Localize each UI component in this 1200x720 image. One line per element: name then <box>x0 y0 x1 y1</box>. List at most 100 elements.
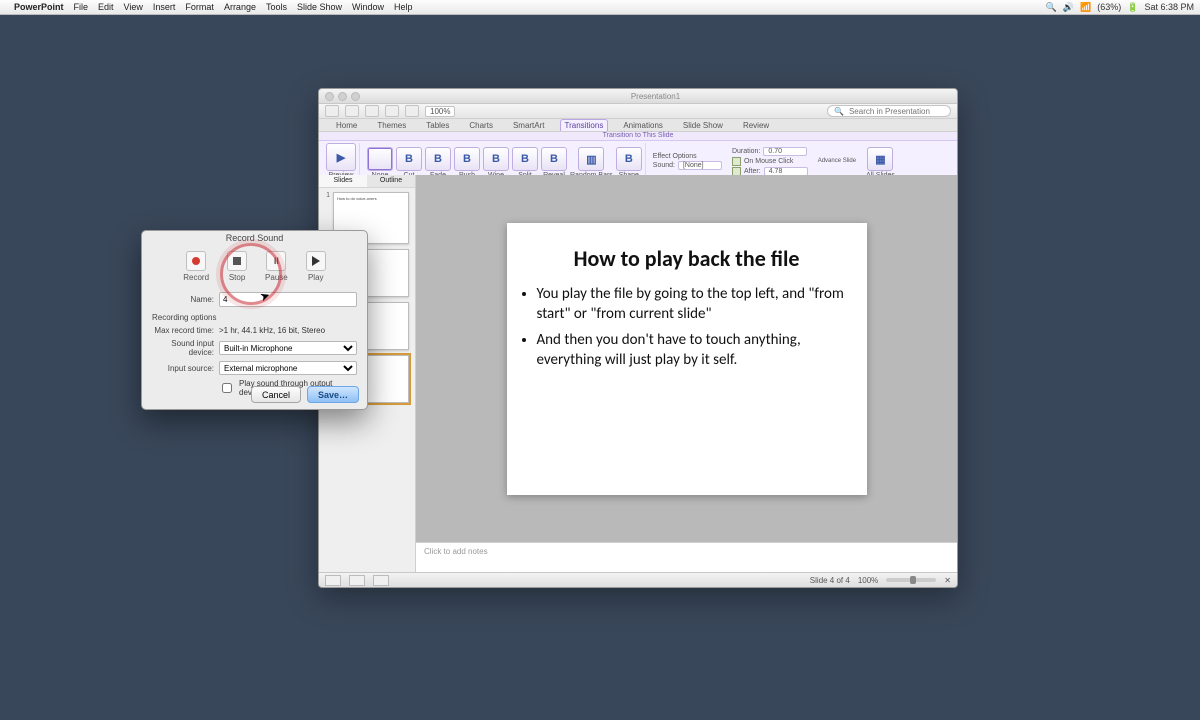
thumb-1-num: 1 <box>322 192 330 199</box>
sound-label: Sound: <box>653 162 675 169</box>
qat-zoom[interactable]: 100% <box>425 106 455 117</box>
battery-text: (63%) <box>1097 2 1121 12</box>
menu-window[interactable]: Window <box>352 2 384 12</box>
qat-redo-icon[interactable] <box>365 105 379 117</box>
transition-push[interactable]: B <box>454 147 480 171</box>
on-mouse-label: On Mouse Click <box>744 158 793 165</box>
menu-file[interactable]: File <box>74 2 89 12</box>
menubar-app[interactable]: PowerPoint <box>14 2 64 12</box>
transition-split[interactable]: B <box>512 147 538 171</box>
duration-field[interactable]: 0.70 <box>763 147 807 156</box>
play-button[interactable]: Play <box>306 251 326 282</box>
recording-options-label: Recording options <box>152 313 357 322</box>
play-through-checkbox[interactable] <box>222 383 232 393</box>
slide-canvas[interactable]: How to play back the file You play the f… <box>416 175 957 542</box>
status-slide-count: Slide 4 of 4 <box>810 576 850 585</box>
record-icon <box>186 251 206 271</box>
tab-themes[interactable]: Themes <box>372 119 411 131</box>
cancel-button[interactable]: Cancel <box>251 386 301 403</box>
tab-charts[interactable]: Charts <box>464 119 498 131</box>
zoom-slider[interactable] <box>886 578 936 582</box>
search-input[interactable] <box>847 106 941 117</box>
transition-wipe[interactable]: B <box>483 147 509 171</box>
input-source-label: Input source: <box>152 364 214 373</box>
spotlight-icon[interactable]: 🔍 <box>1046 2 1057 13</box>
qat-undo-icon[interactable] <box>345 105 359 117</box>
qat-format-painter-icon[interactable] <box>405 105 419 117</box>
all-slides-button[interactable]: ▦ <box>867 147 893 171</box>
sound-device-label: Sound input device: <box>152 339 214 357</box>
view-normal-icon[interactable] <box>325 575 341 586</box>
menu-view[interactable]: View <box>124 2 143 12</box>
menu-help[interactable]: Help <box>394 2 413 12</box>
pause-icon: II <box>266 251 286 271</box>
qat-save-icon[interactable] <box>325 105 339 117</box>
name-input[interactable] <box>219 292 357 307</box>
slide-title[interactable]: How to play back the file <box>519 245 855 272</box>
duration-label: Duration: <box>732 148 760 155</box>
max-record-label: Max record time: <box>152 326 214 335</box>
traffic-lights[interactable] <box>325 92 360 101</box>
slide-bullet-1: You play the file by going to the top le… <box>537 284 849 325</box>
volume-icon[interactable]: 🔊 <box>1063 2 1074 13</box>
record-sound-dialog: Record Sound Record Stop IIPause Play ➤ … <box>141 230 368 410</box>
stop-button[interactable]: Stop <box>227 251 247 282</box>
menu-slideshow[interactable]: Slide Show <box>297 2 342 12</box>
dialog-controls: Record Stop IIPause Play <box>142 251 367 282</box>
record-button[interactable]: Record <box>183 251 209 282</box>
qat-print-icon[interactable] <box>385 105 399 117</box>
window-titlebar: Presentation1 <box>319 89 957 104</box>
quick-access-toolbar: 100% 🔍 <box>319 104 957 119</box>
slide-panel-tab-slides[interactable]: Slides <box>319 175 367 187</box>
save-button[interactable]: Save… <box>307 386 359 403</box>
tab-review[interactable]: Review <box>738 119 774 131</box>
notes-pane[interactable]: Click to add notes <box>416 542 957 573</box>
status-close-icon[interactable]: ✕ <box>944 576 951 585</box>
stop-icon <box>227 251 247 271</box>
name-label: Name: <box>152 295 214 304</box>
ribbon-group-applyto: ▦ All Slides <box>863 143 898 179</box>
wifi-icon[interactable]: 📶 <box>1080 2 1091 13</box>
battery-icon[interactable]: 🔋 <box>1127 2 1138 13</box>
menu-tools[interactable]: Tools <box>266 2 287 12</box>
play-icon <box>306 251 326 271</box>
transition-shape[interactable]: B <box>616 147 642 171</box>
transition-randombars[interactable]: ▥ <box>578 147 604 171</box>
tab-home[interactable]: Home <box>331 119 362 131</box>
sound-device-select[interactable]: Built-in Microphone <box>219 341 357 355</box>
view-sorter-icon[interactable] <box>349 575 365 586</box>
ribbon-group-advance: Advance Slide <box>815 143 859 179</box>
slide-panel-tab-outline[interactable]: Outline <box>367 175 415 187</box>
status-bar: Slide 4 of 4 100% ✕ <box>319 572 957 587</box>
tab-transitions[interactable]: Transitions <box>560 119 609 131</box>
effect-options-button[interactable]: Effect Options <box>653 153 697 160</box>
current-slide[interactable]: How to play back the file You play the f… <box>507 223 867 495</box>
preview-button[interactable]: ▶ <box>326 143 356 171</box>
search-box[interactable]: 🔍 <box>827 105 951 117</box>
tab-animations[interactable]: Animations <box>618 119 668 131</box>
slide-bullets[interactable]: You play the file by going to the top le… <box>537 284 849 371</box>
window-title: Presentation1 <box>360 92 951 101</box>
menu-format[interactable]: Format <box>185 2 214 12</box>
transition-none[interactable] <box>367 147 393 171</box>
transition-cut[interactable]: B <box>396 147 422 171</box>
menu-arrange[interactable]: Arrange <box>224 2 256 12</box>
pause-button[interactable]: IIPause <box>265 251 288 282</box>
input-source-select[interactable]: External microphone <box>219 361 357 375</box>
ribbon-group-preview: ▶ Preview <box>323 143 360 179</box>
tab-tables[interactable]: Tables <box>421 119 454 131</box>
menu-insert[interactable]: Insert <box>153 2 176 12</box>
max-record-value: >1 hr, 44.1 kHz, 16 bit, Stereo <box>219 326 357 335</box>
after-label: After: <box>744 168 761 175</box>
clock[interactable]: Sat 6:38 PM <box>1144 2 1194 12</box>
on-mouse-check[interactable] <box>732 157 741 166</box>
tab-slideshow[interactable]: Slide Show <box>678 119 728 131</box>
transition-reveal[interactable]: B <box>541 147 567 171</box>
view-slideshow-icon[interactable] <box>373 575 389 586</box>
transition-fade[interactable]: B <box>425 147 451 171</box>
sound-select[interactable]: [None] <box>678 161 722 170</box>
tab-smartart[interactable]: SmartArt <box>508 119 550 131</box>
menu-edit[interactable]: Edit <box>98 2 114 12</box>
dialog-title: Record Sound <box>142 231 367 245</box>
powerpoint-window: Presentation1 100% 🔍 Home Themes Tables … <box>318 88 958 588</box>
